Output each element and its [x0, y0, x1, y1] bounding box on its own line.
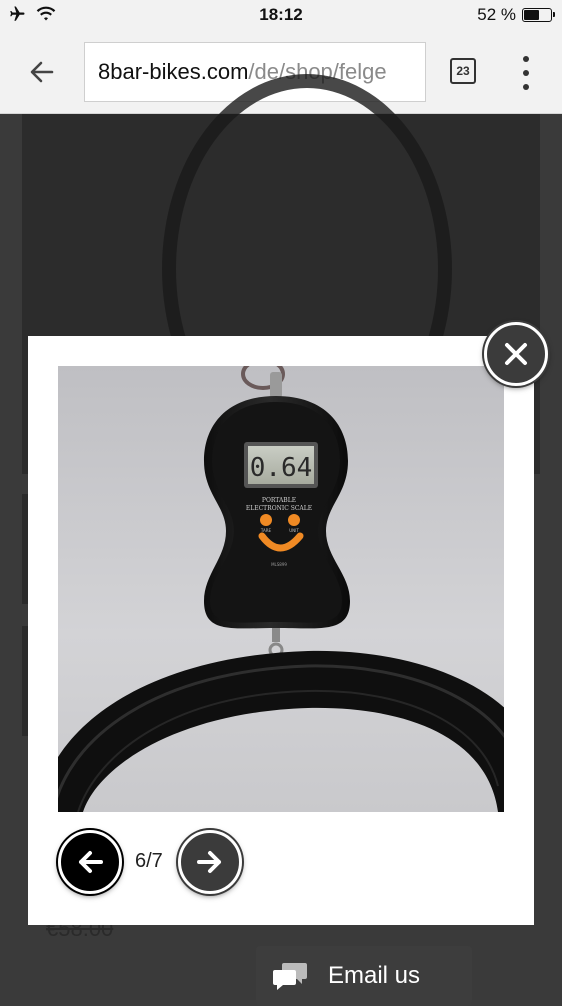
battery-percent: 52 % [477, 5, 516, 24]
battery-icon [522, 8, 555, 22]
scale-brand-line2: ELECTRONIC SCALE [246, 505, 312, 512]
arrow-right-icon [197, 851, 221, 873]
scale-model: MLS899 [271, 562, 287, 567]
status-right: 52 % [477, 5, 555, 25]
email-us-button[interactable]: Email us [256, 946, 472, 1006]
previous-image-button[interactable] [58, 830, 122, 894]
image-lightbox: 0.64 PORTABLE ELECTRONIC SCALE TARE UNIT… [28, 336, 534, 925]
scale-brand-line1: PORTABLE [262, 497, 296, 504]
next-image-button[interactable] [178, 830, 242, 894]
back-button[interactable] [22, 52, 62, 92]
scale-tare-label: TARE [260, 528, 272, 533]
close-icon [505, 343, 527, 365]
chat-bubbles-icon [272, 960, 308, 992]
url-domain: 8bar-bikes.com [98, 59, 249, 84]
image-counter: 6/7 [135, 850, 163, 872]
status-bar: 18:12 52 % [0, 0, 562, 32]
tab-switcher-button[interactable]: 23 [450, 58, 476, 84]
scale-unit-label: UNIT [289, 528, 299, 533]
email-us-label: Email us [328, 962, 421, 989]
arrow-left-icon [30, 61, 54, 83]
arrow-left-icon [79, 851, 103, 873]
lightbox-image: 0.64 PORTABLE ELECTRONIC SCALE TARE UNIT… [58, 366, 504, 812]
scale-reading: 0.64 [250, 453, 313, 483]
overflow-menu-button[interactable] [516, 56, 536, 90]
close-lightbox-button[interactable] [484, 322, 548, 386]
